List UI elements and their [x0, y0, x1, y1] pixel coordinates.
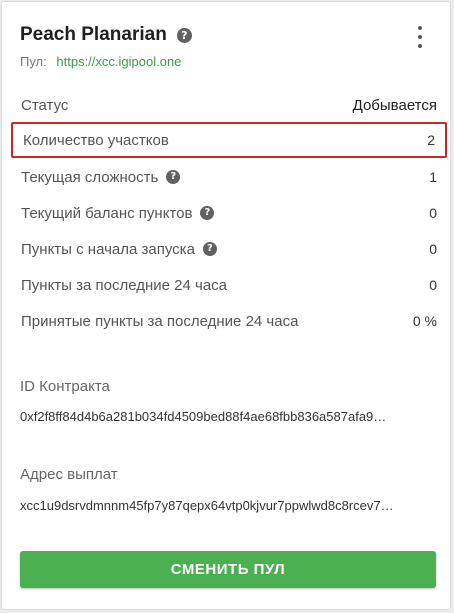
stat-label-with-help: Текущий баланс пунктов ? — [21, 204, 215, 222]
stat-value: 0 — [429, 205, 437, 221]
contract-id-label: ID Контракта — [20, 378, 110, 395]
help-icon[interactable]: ? — [202, 242, 217, 256]
stat-value: Добывается — [352, 96, 437, 114]
stat-row-accepted-points-24h: Принятые пункты за последние 24 часа 0 % — [11, 303, 447, 339]
help-icon[interactable]: ? — [166, 170, 181, 184]
help-icon[interactable]: ? — [200, 206, 215, 220]
payout-address-value[interactable]: xcc1u9dsrvdmnnm45fp7y87qepx64vtp0kjvur7p… — [20, 498, 435, 513]
pool-url-link[interactable]: https://xcc.igipool.one — [56, 54, 181, 69]
stat-label: Принятые пункты за последние 24 часа — [21, 312, 299, 330]
change-pool-button[interactable]: СМЕНИТЬ ПУЛ — [20, 551, 436, 588]
stat-row-status: Статус Добывается — [11, 87, 447, 123]
stat-label-with-help: Пункты с начала запуска ? — [21, 241, 217, 258]
stat-value: 0 — [429, 241, 437, 257]
stat-value: 1 — [429, 169, 437, 185]
pool-card: Peach Planarian ? Пул: https://xcc.igipo… — [1, 1, 451, 610]
stat-value: 2 — [427, 132, 435, 148]
contract-id-value[interactable]: 0xf2f8ff84d4b6a281b034fd4509bed88f4ae68f… — [20, 409, 435, 424]
stat-label: Пункты за последние 24 часа — [21, 276, 228, 294]
stat-label: Статус — [21, 96, 69, 114]
stat-value: 0 — [429, 277, 437, 293]
more-vert-icon[interactable] — [410, 26, 430, 48]
stat-label: Текущий баланс пунктов — [21, 204, 193, 222]
payout-address-label: Адрес выплат — [20, 466, 118, 483]
stat-row-points-since-start: Пункты с начала запуска ? 0 — [11, 231, 447, 267]
help-icon[interactable]: ? — [176, 27, 192, 43]
stat-label-with-help: Текущая сложность ? — [21, 168, 181, 186]
stat-label: Пункты с начала запуска — [21, 240, 195, 258]
pool-line: Пул: https://xcc.igipool.one — [20, 54, 181, 69]
card-title: Peach Planarian ? — [20, 24, 192, 46]
stat-row-points-balance: Текущий баланс пунктов ? 0 — [11, 195, 447, 231]
stat-label: Текущая сложность — [21, 168, 159, 186]
stat-row-plot-count: Количество участков 2 — [11, 122, 447, 158]
stat-row-points-24h: Пункты за последние 24 часа 0 — [11, 267, 447, 303]
stat-label: Количество участков — [23, 131, 169, 149]
pool-label: Пул: — [20, 54, 47, 69]
stat-row-difficulty: Текущая сложность ? 1 — [11, 159, 447, 195]
stat-value: 0 % — [412, 313, 437, 329]
plot-nft-name: Peach Planarian — [20, 24, 167, 45]
